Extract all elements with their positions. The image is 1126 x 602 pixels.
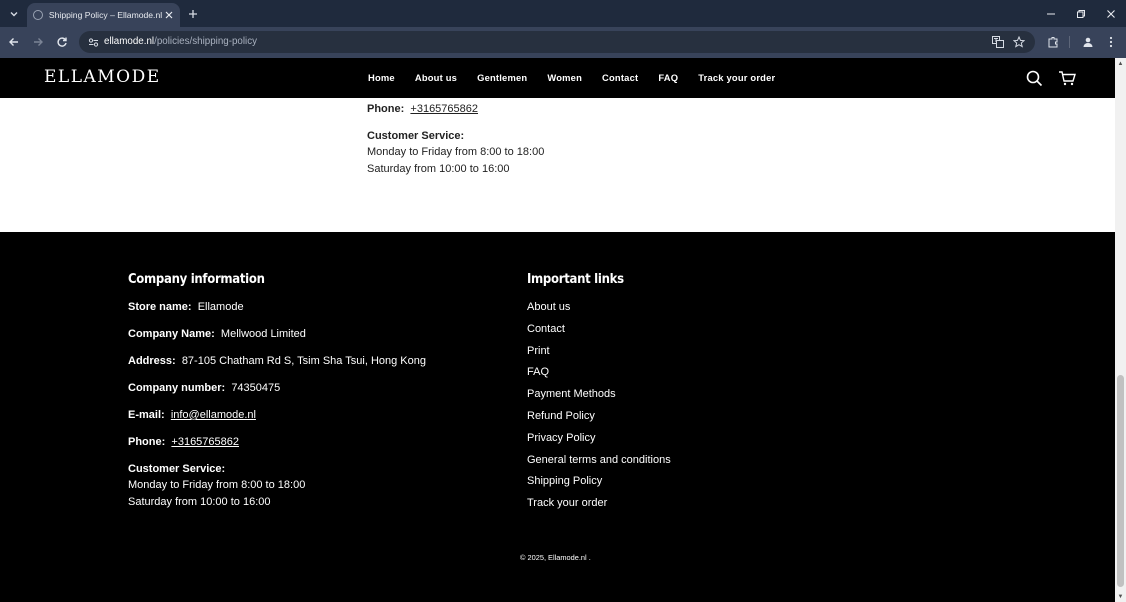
site-header: ELLAMODE Home About us Gentlemen Women C…: [0, 58, 1115, 98]
toolbar-divider: [1069, 36, 1070, 48]
address-bar[interactable]: ellamode.nl/policies/shipping-policy: [79, 31, 1035, 53]
company-name-label: Company Name:: [128, 328, 215, 340]
window-controls: [1036, 0, 1126, 27]
new-tab-icon[interactable]: [184, 5, 202, 23]
bookmark-star-icon[interactable]: [1011, 34, 1027, 50]
footer-service-saturday: Saturday from 10:00 to 16:00: [128, 496, 271, 508]
company-name-value: Mellwood Limited: [220, 328, 306, 340]
browser-toolbar: ellamode.nl/policies/shipping-policy: [0, 27, 1126, 58]
company-name-row: Company Name: Mellwood Limited: [128, 328, 306, 340]
browser-window: Shipping Policy – Ellamode.nl ellamode.n…: [0, 0, 1126, 602]
scroll-thumb[interactable]: [1117, 375, 1124, 587]
footer-link-payment-methods[interactable]: Payment Methods: [527, 388, 616, 400]
footer-link-track-order[interactable]: Track your order: [527, 497, 607, 509]
footer-link-privacy-policy[interactable]: Privacy Policy: [527, 432, 595, 444]
important-links-heading: Important links: [527, 272, 624, 287]
store-name-value: Ellamode: [197, 301, 244, 313]
profile-icon[interactable]: [1079, 33, 1097, 51]
store-name-label: Store name:: [128, 301, 192, 313]
company-info-heading: Company information: [128, 272, 265, 287]
service-label: Customer Service:: [367, 129, 465, 142]
company-number-row: Company number: 74350475: [128, 382, 280, 394]
footer-link-contact[interactable]: Contact: [527, 323, 565, 335]
company-number-label: Company number:: [128, 382, 226, 394]
forward-arrow-icon[interactable]: [29, 33, 47, 51]
email-label: E-mail:: [128, 409, 165, 421]
scroll-down-arrow-icon[interactable]: ▼: [1115, 591, 1126, 602]
tab-bar: Shipping Policy – Ellamode.nl: [0, 0, 1126, 27]
footer-phone-link[interactable]: +3165765862: [171, 436, 239, 448]
page-viewport: ELLAMODE Home About us Gentlemen Women C…: [0, 58, 1115, 602]
shipping-contact-block: Phone: +3165765862 Customer Service: Mon…: [367, 101, 544, 177]
footer-service-weekday: Monday to Friday from 8:00 to 18:00: [128, 479, 306, 491]
email-row: E-mail: info@ellamode.nl: [128, 409, 256, 421]
minimize-icon[interactable]: [1036, 0, 1066, 27]
nav-faq[interactable]: FAQ: [658, 72, 678, 83]
extensions-icon[interactable]: [1044, 33, 1062, 51]
service-hours-saturday: Saturday from 10:00 to 16:00: [367, 162, 510, 175]
nav-women[interactable]: Women: [547, 72, 582, 83]
site-footer: Company information Important links Stor…: [0, 232, 1115, 602]
url-host: ellamode.nl: [104, 36, 155, 47]
nav-contact[interactable]: Contact: [602, 72, 638, 83]
footer-link-print[interactable]: Print: [527, 345, 550, 357]
url-path: /policies/shipping-policy: [154, 36, 258, 47]
footer-link-faq[interactable]: FAQ: [527, 366, 549, 378]
tab-title: Shipping Policy – Ellamode.nl: [48, 10, 163, 20]
site-info-icon[interactable]: [85, 34, 101, 50]
email-link[interactable]: info@ellamode.nl: [171, 409, 256, 421]
phone-link[interactable]: +3165765862: [410, 103, 478, 115]
reload-icon[interactable]: [53, 33, 71, 51]
footer-link-terms[interactable]: General terms and conditions: [527, 454, 671, 466]
store-name-row: Store name: Ellamode: [128, 301, 244, 313]
menu-kebab-icon[interactable]: [1102, 33, 1120, 51]
cart-icon[interactable]: [1057, 68, 1077, 88]
address-row: Address: 87-105 Chatham Rd S, Tsim Sha T…: [128, 355, 426, 367]
tab-search-icon[interactable]: [4, 4, 24, 24]
close-window-icon[interactable]: [1096, 0, 1126, 27]
search-icon[interactable]: [1024, 68, 1044, 88]
address-value: 87-105 Chatham Rd S, Tsim Sha Tsui, Hong…: [181, 355, 426, 367]
store-logo[interactable]: ELLAMODE: [44, 67, 161, 87]
url-text[interactable]: ellamode.nl/policies/shipping-policy: [104, 36, 257, 47]
nav-home[interactable]: Home: [368, 72, 395, 83]
service-hours-weekday: Monday to Friday from 8:00 to 18:00: [367, 146, 545, 158]
globe-icon: [33, 10, 43, 20]
active-tab[interactable]: Shipping Policy – Ellamode.nl: [27, 3, 180, 27]
restore-icon[interactable]: [1066, 0, 1096, 27]
nav-gentlemen[interactable]: Gentlemen: [477, 72, 527, 83]
address-label: Address:: [128, 355, 176, 367]
page-scrollbar[interactable]: ▲ ▼: [1115, 58, 1126, 602]
content-phone-row: Phone: +3165765862: [367, 101, 544, 118]
footer-link-refund-policy[interactable]: Refund Policy: [527, 410, 595, 422]
footer-link-shipping-policy[interactable]: Shipping Policy: [527, 475, 602, 487]
nav-track-order[interactable]: Track your order: [698, 72, 775, 83]
main-nav: Home About us Gentlemen Women Contact FA…: [368, 72, 795, 83]
company-number-value: 74350475: [231, 382, 281, 394]
footer-phone-label: Phone:: [128, 436, 166, 448]
phone-label: Phone:: [367, 103, 405, 115]
copyright-text: © 2025, Ellamode.nl .: [520, 553, 591, 562]
footer-link-about-us[interactable]: About us: [527, 301, 570, 313]
nav-about-us[interactable]: About us: [415, 72, 457, 83]
footer-service-label: Customer Service:: [128, 463, 226, 475]
footer-phone-row: Phone: +3165765862: [128, 436, 239, 448]
back-arrow-icon[interactable]: [5, 33, 23, 51]
translate-icon[interactable]: [990, 34, 1006, 50]
close-tab-icon[interactable]: [162, 8, 176, 22]
scroll-up-arrow-icon[interactable]: ▲: [1115, 58, 1126, 69]
